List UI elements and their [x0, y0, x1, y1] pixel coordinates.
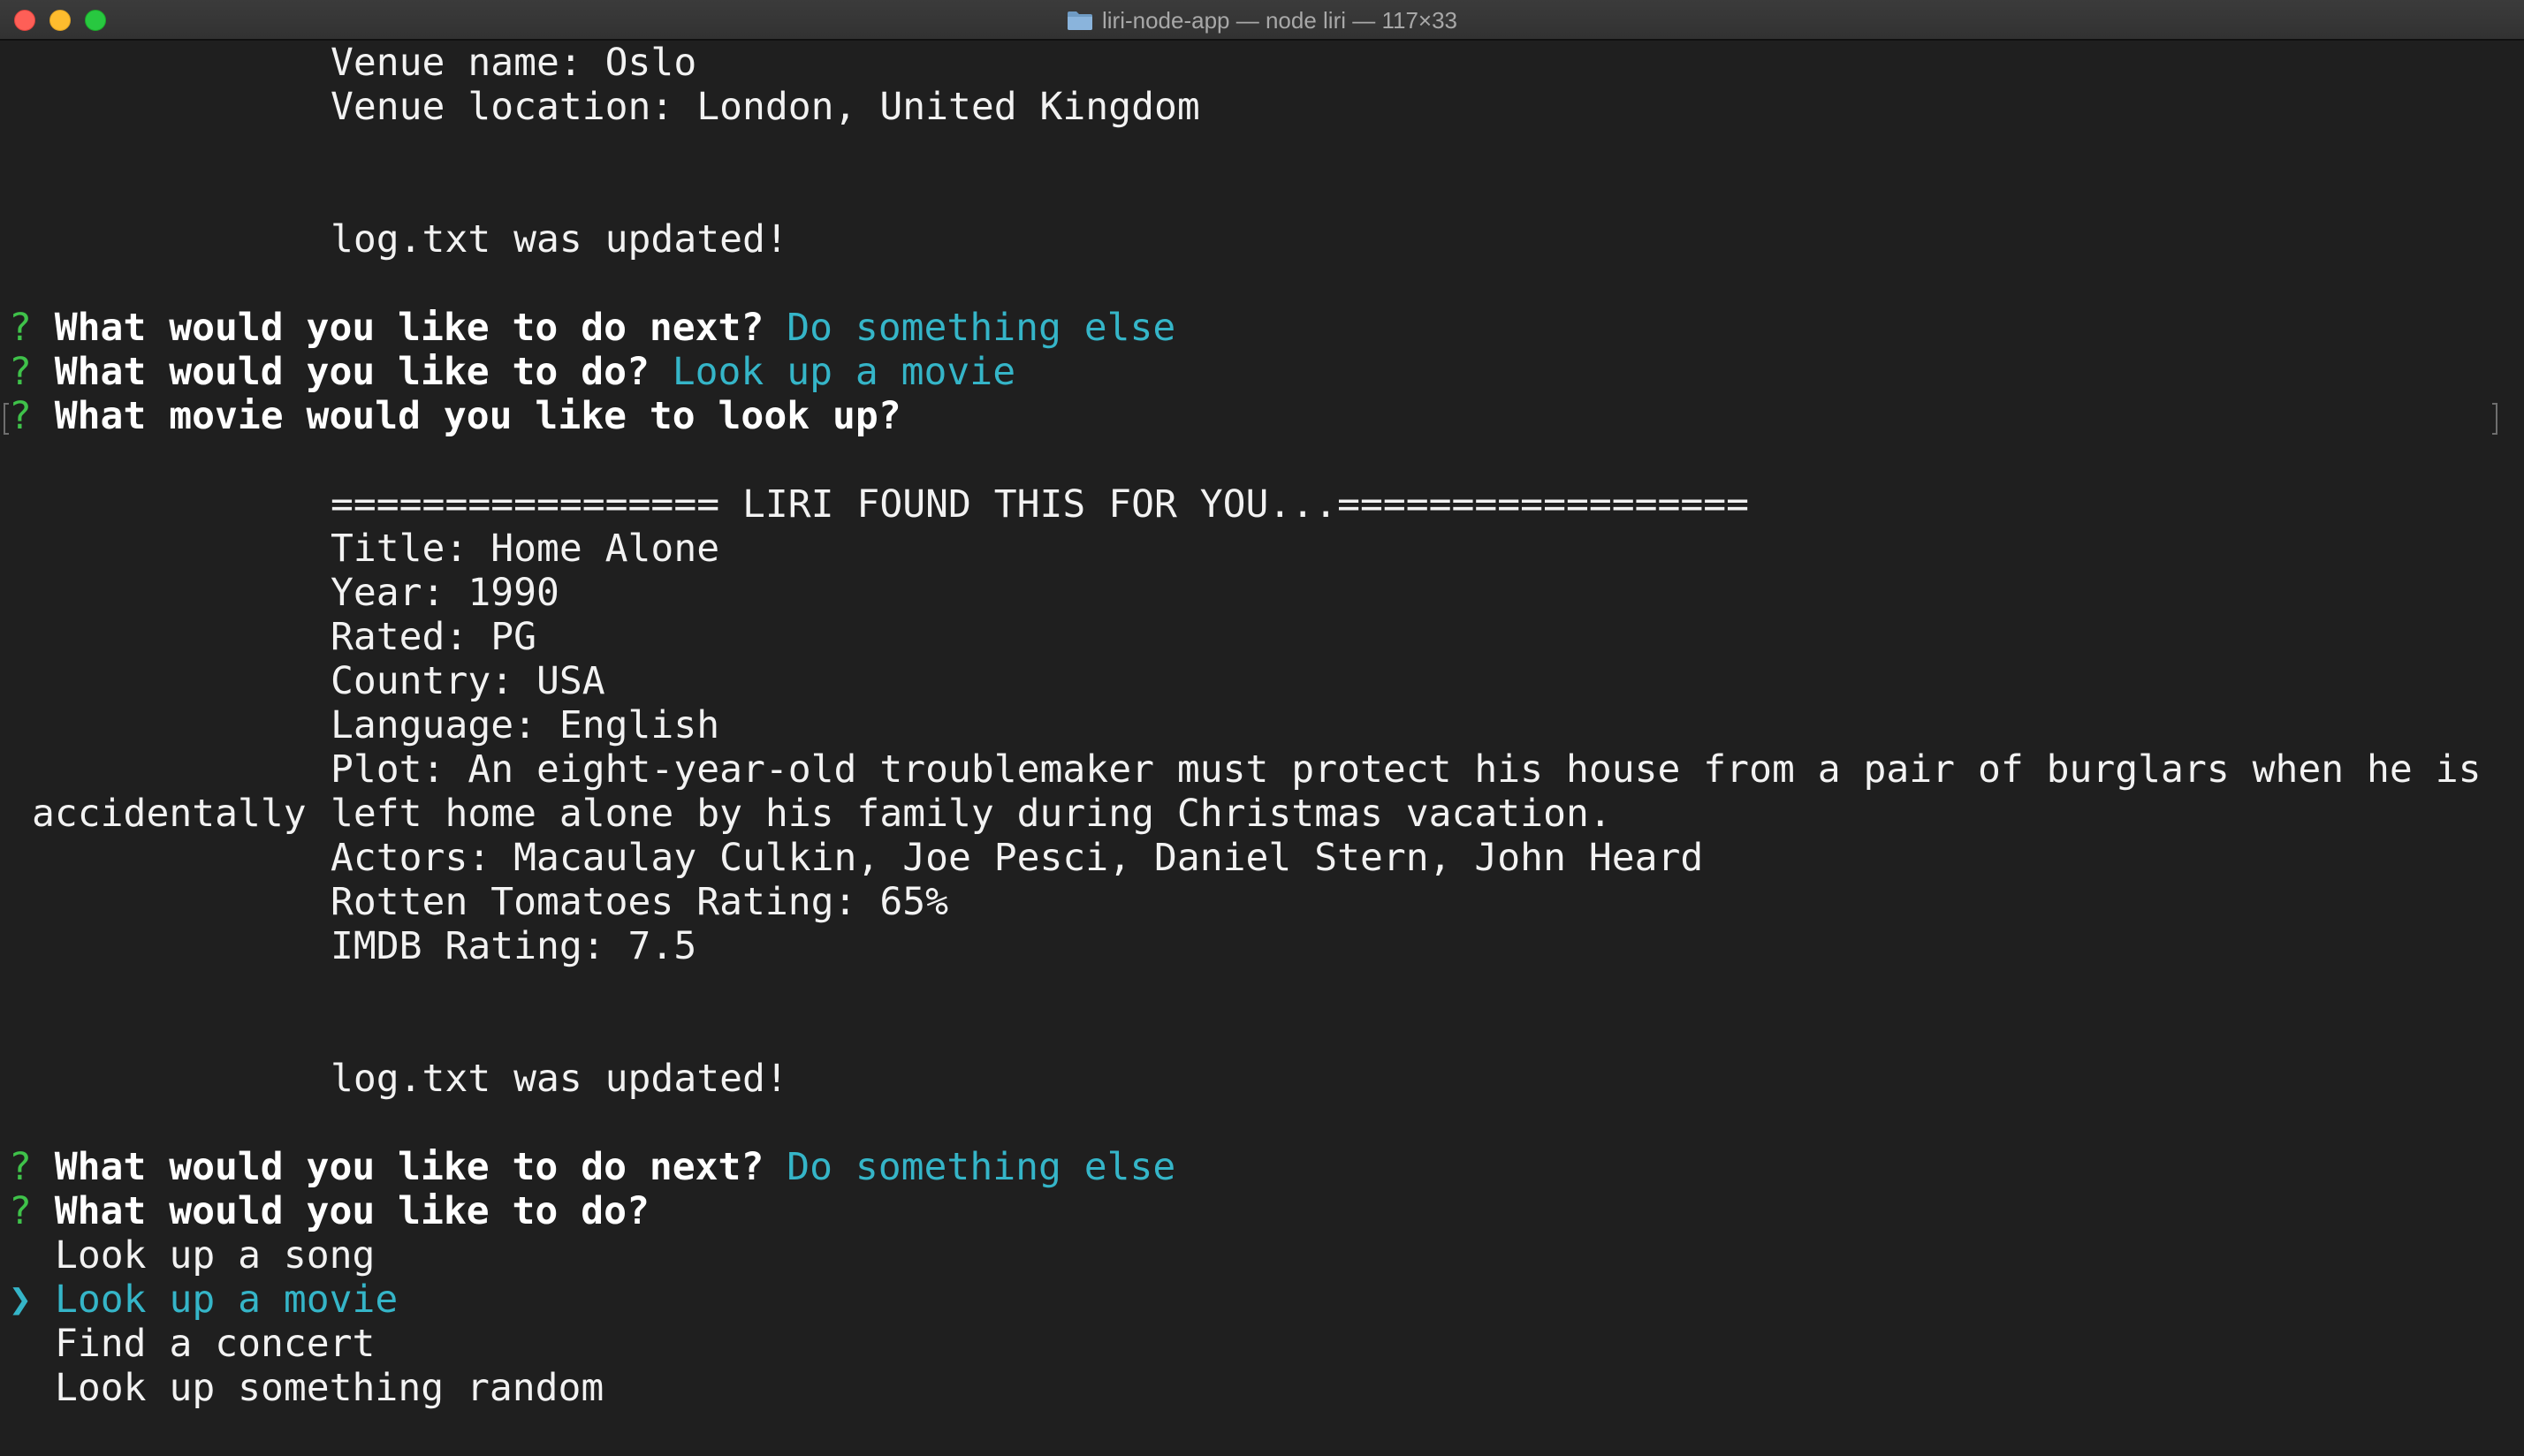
prompt-line: ? What would you like to do? Look up a m…	[9, 350, 1015, 394]
prompt-question: What movie would you like to look up?	[54, 394, 901, 438]
log-updated-line: log.txt was updated!	[331, 1057, 788, 1101]
movie-rated-line: Rated: PG	[331, 615, 536, 659]
menu-option-concert[interactable]: Find a concert	[55, 1322, 375, 1366]
prompt-question: What would you like to do next?	[54, 1145, 764, 1189]
title-bar[interactable]: liri-node-app — node liri — 117×33	[0, 0, 2524, 41]
prompt-question: What would you like to do?	[54, 350, 650, 394]
window-title: liri-node-app — node liri — 117×33	[1101, 6, 1458, 34]
terminal-output[interactable]: Venue name: Oslo Venue location: London,…	[0, 41, 2524, 1456]
log-updated-line: log.txt was updated!	[331, 217, 788, 262]
folder-icon	[1067, 11, 1092, 30]
prompt-marker: ?	[9, 394, 32, 438]
menu-option-movie[interactable]: Look up a movie	[55, 1278, 398, 1322]
terminal-window: liri-node-app — node liri — 117×33 Venue…	[0, 0, 2524, 1456]
movie-country-line: Country: USA	[331, 659, 605, 703]
prompt-line: ? What movie would you like to look up?	[9, 394, 901, 438]
menu-option-random[interactable]: Look up something random	[55, 1366, 604, 1410]
movie-plot-line: Plot: An eight-year-old troublemaker mus…	[331, 747, 2482, 792]
movie-rotten-line: Rotten Tomatoes Rating: 65%	[331, 880, 948, 924]
movie-plot-wrap-prefix: accidentally	[32, 792, 307, 836]
input-bracket-left	[4, 403, 9, 435]
result-banner: ================= LIRI FOUND THIS FOR YO…	[331, 482, 1750, 527]
selector-chevron-icon: ❯	[9, 1278, 32, 1322]
movie-actors-line: Actors: Macaulay Culkin, Joe Pesci, Dani…	[331, 836, 1704, 880]
movie-year-line: Year: 1990	[331, 571, 559, 615]
prompt-line: ? What would you like to do?	[9, 1189, 650, 1233]
menu-option-song[interactable]: Look up a song	[55, 1233, 375, 1278]
prompt-question: What would you like to do next?	[54, 306, 764, 350]
prompt-answer: Look up a movie	[672, 350, 1016, 394]
venue-location-line: Venue location: London, United Kingdom	[331, 85, 1200, 129]
prompt-marker: ?	[9, 1145, 32, 1189]
movie-language-line: Language: English	[331, 703, 720, 747]
prompt-answer: Do something else	[787, 1145, 1176, 1189]
prompt-line: ? What would you like to do next? Do som…	[9, 306, 1175, 350]
prompt-question: What would you like to do?	[54, 1189, 650, 1233]
movie-plot-continuation: left home alone by his family during Chr…	[331, 792, 1612, 836]
venue-name-line: Venue name: Oslo	[331, 41, 697, 85]
prompt-marker: ?	[9, 1189, 32, 1233]
input-bracket-right	[2492, 403, 2497, 435]
prompt-marker: ?	[9, 306, 32, 350]
prompt-line: ? What would you like to do next? Do som…	[9, 1145, 1175, 1189]
movie-title-line: Title: Home Alone	[331, 527, 720, 571]
prompt-marker: ?	[9, 350, 32, 394]
window-title-group: liri-node-app — node liri — 117×33	[0, 0, 2524, 41]
prompt-answer: Do something else	[787, 306, 1176, 350]
movie-imdb-line: IMDB Rating: 7.5	[331, 924, 697, 968]
